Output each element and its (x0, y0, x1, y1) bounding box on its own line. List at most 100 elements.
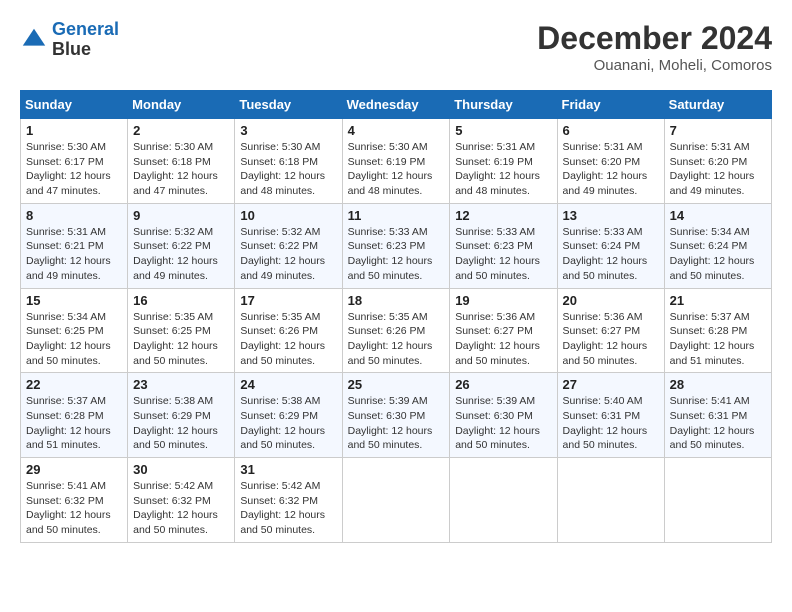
calendar-table: Sunday Monday Tuesday Wednesday Thursday… (20, 90, 772, 543)
table-row: 5 Sunrise: 5:31 AM Sunset: 6:19 PM Dayli… (450, 119, 557, 204)
table-row (664, 458, 771, 543)
calendar-header-row: Sunday Monday Tuesday Wednesday Thursday… (21, 91, 772, 119)
table-row: 26 Sunrise: 5:39 AM Sunset: 6:30 PM Dayl… (450, 373, 557, 458)
day-number: 4 (348, 123, 445, 138)
table-row: 12 Sunrise: 5:33 AM Sunset: 6:23 PM Dayl… (450, 203, 557, 288)
logo: GeneralBlue (20, 20, 119, 60)
day-info: Sunrise: 5:37 AM Sunset: 6:28 PM Dayligh… (26, 394, 122, 453)
table-row: 13 Sunrise: 5:33 AM Sunset: 6:24 PM Dayl… (557, 203, 664, 288)
day-info: Sunrise: 5:30 AM Sunset: 6:19 PM Dayligh… (348, 140, 445, 199)
day-info: Sunrise: 5:30 AM Sunset: 6:17 PM Dayligh… (26, 140, 122, 199)
calendar-week-row: 22 Sunrise: 5:37 AM Sunset: 6:28 PM Dayl… (21, 373, 772, 458)
day-info: Sunrise: 5:42 AM Sunset: 6:32 PM Dayligh… (240, 479, 336, 538)
day-info: Sunrise: 5:38 AM Sunset: 6:29 PM Dayligh… (240, 394, 336, 453)
day-info: Sunrise: 5:35 AM Sunset: 6:26 PM Dayligh… (348, 310, 445, 369)
day-number: 18 (348, 293, 445, 308)
day-number: 30 (133, 462, 229, 477)
day-number: 26 (455, 377, 551, 392)
col-friday: Friday (557, 91, 664, 119)
day-number: 14 (670, 208, 766, 223)
day-info: Sunrise: 5:31 AM Sunset: 6:19 PM Dayligh… (455, 140, 551, 199)
day-info: Sunrise: 5:34 AM Sunset: 6:25 PM Dayligh… (26, 310, 122, 369)
day-info: Sunrise: 5:42 AM Sunset: 6:32 PM Dayligh… (133, 479, 229, 538)
day-number: 29 (26, 462, 122, 477)
table-row: 11 Sunrise: 5:33 AM Sunset: 6:23 PM Dayl… (342, 203, 450, 288)
day-number: 28 (670, 377, 766, 392)
day-number: 21 (670, 293, 766, 308)
col-tuesday: Tuesday (235, 91, 342, 119)
day-number: 20 (563, 293, 659, 308)
table-row: 29 Sunrise: 5:41 AM Sunset: 6:32 PM Dayl… (21, 458, 128, 543)
table-row (557, 458, 664, 543)
day-info: Sunrise: 5:33 AM Sunset: 6:23 PM Dayligh… (455, 225, 551, 284)
table-row: 31 Sunrise: 5:42 AM Sunset: 6:32 PM Dayl… (235, 458, 342, 543)
day-number: 2 (133, 123, 229, 138)
day-number: 1 (26, 123, 122, 138)
day-info: Sunrise: 5:30 AM Sunset: 6:18 PM Dayligh… (133, 140, 229, 199)
title-block: December 2024 Ouanani, Moheli, Comoros (537, 20, 772, 74)
day-info: Sunrise: 5:41 AM Sunset: 6:32 PM Dayligh… (26, 479, 122, 538)
col-monday: Monday (128, 91, 235, 119)
day-info: Sunrise: 5:33 AM Sunset: 6:23 PM Dayligh… (348, 225, 445, 284)
table-row (450, 458, 557, 543)
day-info: Sunrise: 5:31 AM Sunset: 6:21 PM Dayligh… (26, 225, 122, 284)
table-row: 9 Sunrise: 5:32 AM Sunset: 6:22 PM Dayli… (128, 203, 235, 288)
table-row: 16 Sunrise: 5:35 AM Sunset: 6:25 PM Dayl… (128, 288, 235, 373)
day-number: 25 (348, 377, 445, 392)
main-title: December 2024 (537, 20, 772, 57)
day-number: 12 (455, 208, 551, 223)
day-number: 11 (348, 208, 445, 223)
day-number: 17 (240, 293, 336, 308)
logo-icon (20, 26, 48, 54)
table-row: 4 Sunrise: 5:30 AM Sunset: 6:19 PM Dayli… (342, 119, 450, 204)
sub-title: Ouanani, Moheli, Comoros (537, 57, 772, 74)
day-info: Sunrise: 5:36 AM Sunset: 6:27 PM Dayligh… (455, 310, 551, 369)
day-number: 31 (240, 462, 336, 477)
day-number: 9 (133, 208, 229, 223)
table-row: 10 Sunrise: 5:32 AM Sunset: 6:22 PM Dayl… (235, 203, 342, 288)
day-info: Sunrise: 5:30 AM Sunset: 6:18 PM Dayligh… (240, 140, 336, 199)
table-row: 22 Sunrise: 5:37 AM Sunset: 6:28 PM Dayl… (21, 373, 128, 458)
day-number: 5 (455, 123, 551, 138)
table-row: 21 Sunrise: 5:37 AM Sunset: 6:28 PM Dayl… (664, 288, 771, 373)
day-number: 10 (240, 208, 336, 223)
day-info: Sunrise: 5:41 AM Sunset: 6:31 PM Dayligh… (670, 394, 766, 453)
table-row: 1 Sunrise: 5:30 AM Sunset: 6:17 PM Dayli… (21, 119, 128, 204)
table-row: 7 Sunrise: 5:31 AM Sunset: 6:20 PM Dayli… (664, 119, 771, 204)
calendar-week-row: 15 Sunrise: 5:34 AM Sunset: 6:25 PM Dayl… (21, 288, 772, 373)
day-info: Sunrise: 5:35 AM Sunset: 6:25 PM Dayligh… (133, 310, 229, 369)
table-row: 28 Sunrise: 5:41 AM Sunset: 6:31 PM Dayl… (664, 373, 771, 458)
day-info: Sunrise: 5:39 AM Sunset: 6:30 PM Dayligh… (348, 394, 445, 453)
col-thursday: Thursday (450, 91, 557, 119)
day-info: Sunrise: 5:40 AM Sunset: 6:31 PM Dayligh… (563, 394, 659, 453)
table-row (342, 458, 450, 543)
calendar-week-row: 29 Sunrise: 5:41 AM Sunset: 6:32 PM Dayl… (21, 458, 772, 543)
day-number: 16 (133, 293, 229, 308)
day-info: Sunrise: 5:32 AM Sunset: 6:22 PM Dayligh… (240, 225, 336, 284)
day-info: Sunrise: 5:31 AM Sunset: 6:20 PM Dayligh… (563, 140, 659, 199)
day-info: Sunrise: 5:38 AM Sunset: 6:29 PM Dayligh… (133, 394, 229, 453)
day-number: 6 (563, 123, 659, 138)
table-row: 27 Sunrise: 5:40 AM Sunset: 6:31 PM Dayl… (557, 373, 664, 458)
day-info: Sunrise: 5:31 AM Sunset: 6:20 PM Dayligh… (670, 140, 766, 199)
table-row: 23 Sunrise: 5:38 AM Sunset: 6:29 PM Dayl… (128, 373, 235, 458)
day-info: Sunrise: 5:39 AM Sunset: 6:30 PM Dayligh… (455, 394, 551, 453)
table-row: 24 Sunrise: 5:38 AM Sunset: 6:29 PM Dayl… (235, 373, 342, 458)
day-info: Sunrise: 5:37 AM Sunset: 6:28 PM Dayligh… (670, 310, 766, 369)
day-number: 27 (563, 377, 659, 392)
day-info: Sunrise: 5:33 AM Sunset: 6:24 PM Dayligh… (563, 225, 659, 284)
day-number: 24 (240, 377, 336, 392)
table-row: 25 Sunrise: 5:39 AM Sunset: 6:30 PM Dayl… (342, 373, 450, 458)
day-number: 3 (240, 123, 336, 138)
logo-text: GeneralBlue (52, 20, 119, 60)
table-row: 20 Sunrise: 5:36 AM Sunset: 6:27 PM Dayl… (557, 288, 664, 373)
day-number: 23 (133, 377, 229, 392)
calendar-week-row: 1 Sunrise: 5:30 AM Sunset: 6:17 PM Dayli… (21, 119, 772, 204)
col-saturday: Saturday (664, 91, 771, 119)
col-wednesday: Wednesday (342, 91, 450, 119)
day-info: Sunrise: 5:34 AM Sunset: 6:24 PM Dayligh… (670, 225, 766, 284)
day-info: Sunrise: 5:36 AM Sunset: 6:27 PM Dayligh… (563, 310, 659, 369)
day-number: 13 (563, 208, 659, 223)
calendar-week-row: 8 Sunrise: 5:31 AM Sunset: 6:21 PM Dayli… (21, 203, 772, 288)
table-row: 14 Sunrise: 5:34 AM Sunset: 6:24 PM Dayl… (664, 203, 771, 288)
